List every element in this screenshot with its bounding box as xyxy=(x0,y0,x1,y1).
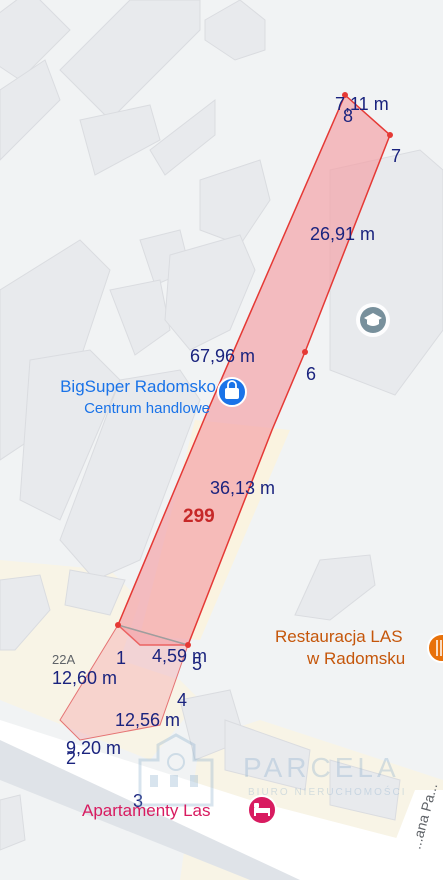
measurement-label: 12,60 m xyxy=(52,668,117,688)
vertex-number: 4 xyxy=(177,690,187,710)
hotel-name[interactable]: Apartamenty Las xyxy=(82,801,211,820)
vertex-number: 7 xyxy=(391,146,401,166)
measurement-label: 36,13 m xyxy=(210,478,275,498)
bed-icon[interactable] xyxy=(247,795,277,825)
restaurant-name-line2: w Radomsku xyxy=(306,649,405,668)
shop-category: Centrum handlowe xyxy=(84,400,210,417)
vertex-number: 6 xyxy=(306,364,316,384)
shopping-bag-icon[interactable] xyxy=(217,377,247,407)
graduation-cap-icon[interactable] xyxy=(356,303,390,337)
watermark-text: PARCELA xyxy=(243,752,400,783)
vertex-point-6[interactable] xyxy=(302,349,308,355)
map-canvas[interactable]: ...ana Pa... 7,11 m 26,91 m 67,96 m 36,1… xyxy=(0,0,443,880)
restaurant-name[interactable]: Restauracja LAS xyxy=(275,627,403,646)
vertex-point-7[interactable] xyxy=(387,132,393,138)
watermark-subtitle: BIURO NIERUCHOMOŚCI xyxy=(248,785,407,798)
building xyxy=(0,794,26,851)
address-number: 22A xyxy=(52,652,75,667)
vertex-number: 2 xyxy=(66,748,76,768)
measurement-label: 12,56 m xyxy=(115,710,180,730)
measurement-label: 26,91 m xyxy=(310,224,375,244)
shop-name[interactable]: BigSuper Radomsko xyxy=(60,377,216,396)
parcel-number: 299 xyxy=(183,506,215,527)
vertex-number: 5 xyxy=(192,654,202,674)
vertex-number: 8 xyxy=(343,106,353,126)
vertex-number: 1 xyxy=(116,648,126,668)
measurement-label: 67,96 m xyxy=(190,346,255,366)
vertex-point-1[interactable] xyxy=(115,622,121,628)
